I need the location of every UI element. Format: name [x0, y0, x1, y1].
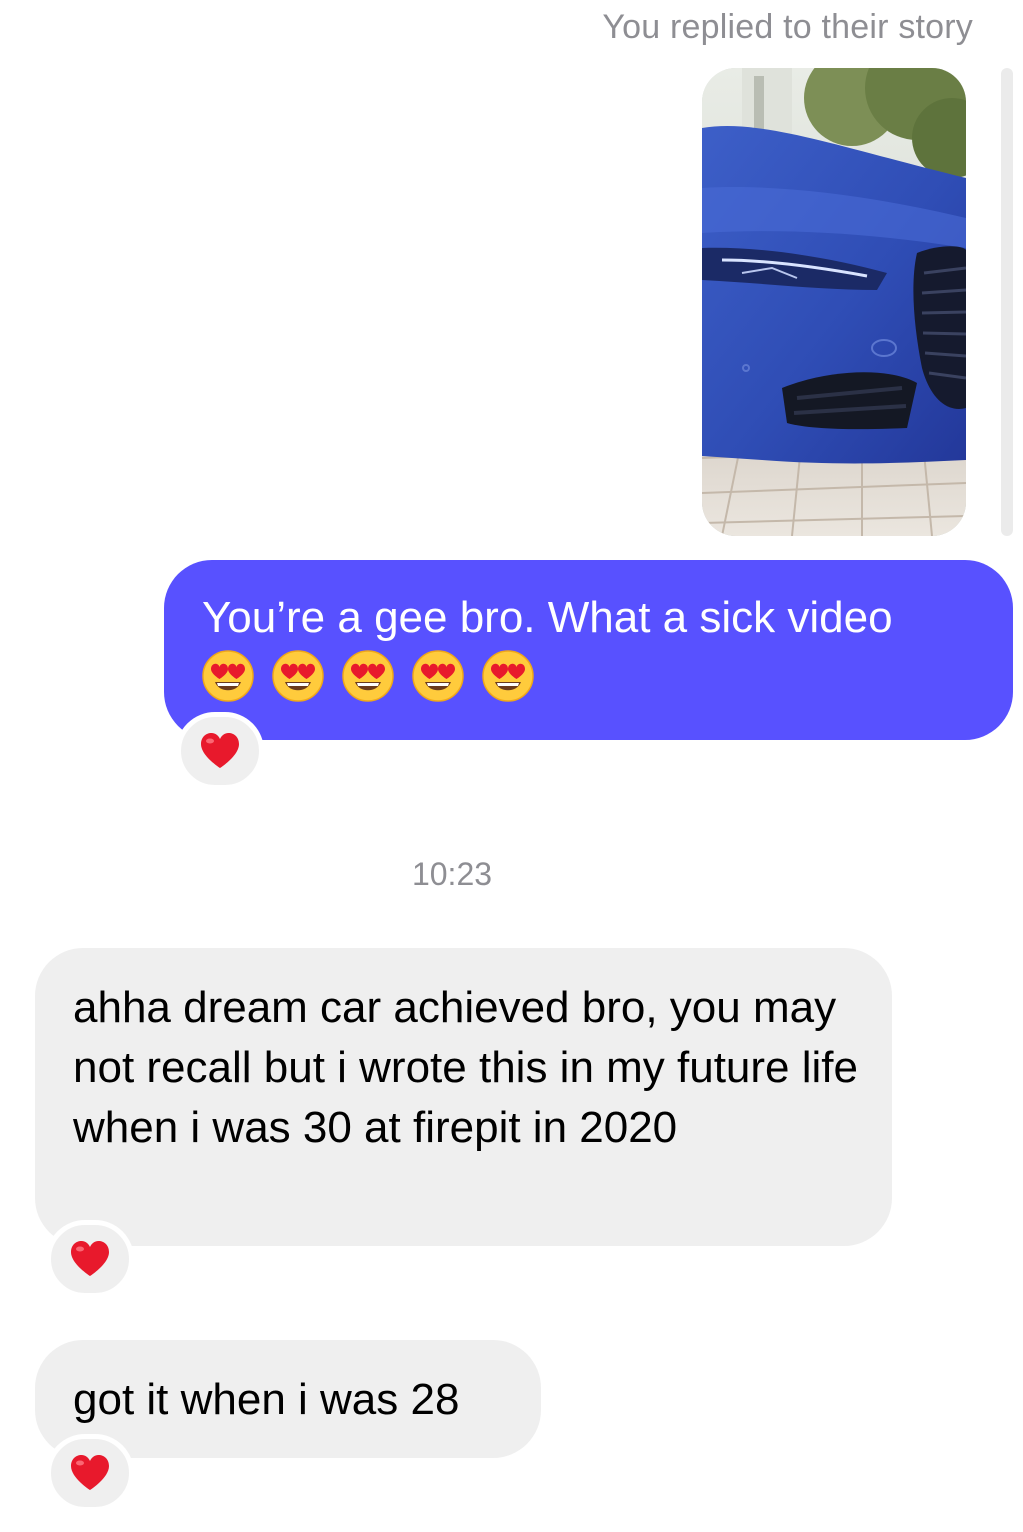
heart-icon: [71, 1455, 109, 1490]
car-story-image: [702, 68, 966, 536]
heart-eyes-emoji-icon: [202, 650, 254, 702]
heart-reaction-badge[interactable]: [176, 712, 264, 790]
message-text: You’re a gee bro. What a sick video: [202, 593, 893, 642]
heart-reaction-badge[interactable]: [46, 1220, 134, 1298]
message-timestamp: 10:23: [411, 856, 493, 892]
heart-icon: [71, 1241, 109, 1276]
chat-screen: You replied to their story You’re a gee …: [0, 0, 1023, 1532]
heart-eyes-emoji-icon: [272, 650, 324, 702]
outgoing-message-bubble[interactable]: You’re a gee bro. What a sick video: [164, 560, 1013, 740]
heart-icon: [201, 733, 239, 768]
heart-eyes-emoji-icon: [412, 650, 464, 702]
heart-eyes-emoji-icon: [482, 650, 534, 702]
message-text: ahha dream car achieved bro, you may not…: [73, 983, 858, 1152]
story-thumbnail[interactable]: [702, 68, 966, 536]
emoji-row: [202, 650, 977, 702]
incoming-message-bubble[interactable]: ahha dream car achieved bro, you may not…: [35, 948, 892, 1246]
heart-eyes-emoji-icon: [342, 650, 394, 702]
story-reply-label: You replied to their story: [602, 8, 973, 46]
scrollbar[interactable]: [1001, 68, 1013, 536]
message-text: got it when i was 28: [73, 1375, 460, 1424]
heart-reaction-badge[interactable]: [46, 1434, 134, 1512]
